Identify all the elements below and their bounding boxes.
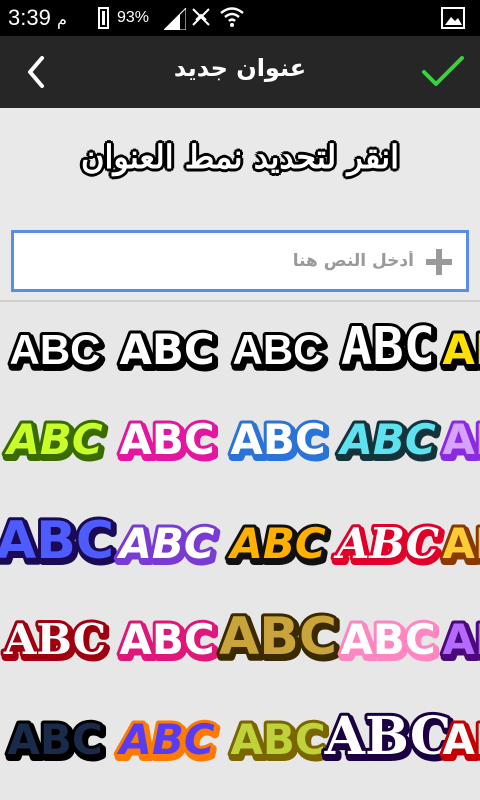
image-icon (441, 7, 465, 29)
svg-text:ABC: ABC (233, 326, 324, 373)
confirm-check-icon[interactable] (418, 50, 468, 94)
wifi-icon (220, 7, 244, 27)
title-style-option[interactable]: ABCABC (0, 500, 120, 584)
svg-text:ABC: ABC (337, 415, 436, 464)
title-text-input[interactable] (14, 233, 414, 289)
svg-text:ABC: ABC (7, 715, 102, 764)
title-style-option[interactable]: ABCABC (112, 696, 222, 780)
svg-text:ABC: ABC (219, 607, 337, 667)
title-style-option[interactable]: ABCABC (223, 306, 333, 390)
title-style-option[interactable]: ABCABC (112, 596, 222, 680)
title-style-grid: ABCABCABCABCABCABCABCABCABCABCABCABCABCA… (0, 302, 480, 800)
battery-percent: 93% (117, 9, 150, 26)
svg-text:ABC: ABC (442, 715, 480, 764)
title-style-option[interactable]: ABCABC (435, 306, 480, 390)
svg-text:ABC: ABC (333, 519, 440, 568)
plus-icon (426, 249, 452, 275)
svg-text:ABC: ABC (324, 706, 452, 767)
svg-text:ABC: ABC (119, 325, 214, 374)
svg-text:ABC: ABC (230, 715, 325, 764)
svg-text:ABC: ABC (116, 519, 215, 568)
battery-icon (98, 7, 109, 29)
svg-text:ABC: ABC (116, 715, 215, 764)
title-style-option[interactable]: ABCABC (435, 696, 480, 780)
text-input-container[interactable] (11, 230, 469, 292)
svg-text:ABC: ABC (0, 511, 114, 571)
svg-text:ABC: ABC (227, 519, 326, 568)
svg-text:ABC: ABC (442, 519, 480, 568)
title-style-option[interactable]: ABCABC (321, 696, 458, 780)
svg-text:ABC: ABC (230, 415, 325, 464)
svg-text:ABC: ABC (341, 317, 435, 377)
title-style-option[interactable]: ABCABC (435, 596, 480, 680)
title-style-option[interactable]: ABCABC (333, 306, 443, 390)
style-prompt: انقر لتحديد نمط العنوان (80, 138, 400, 176)
title-style-option[interactable]: ABCABC (333, 396, 443, 480)
app-bar: عنوان جديد (0, 36, 480, 108)
svg-text:ABC: ABC (442, 415, 480, 464)
title-style-option[interactable]: ABCABC (216, 596, 343, 680)
signal-icon (164, 8, 186, 30)
svg-text:ABC: ABC (442, 615, 480, 664)
title-style-option[interactable]: ABCABC (112, 396, 222, 480)
title-style-option[interactable]: ABCABC (435, 396, 480, 480)
title-style-option[interactable]: ABCABC (223, 696, 333, 780)
title-style-option[interactable]: ABCABC (330, 500, 446, 584)
title-style-option[interactable]: ABCABC (112, 306, 222, 390)
title-style-option[interactable]: ABCABC (112, 500, 222, 584)
svg-text:ABC: ABC (3, 615, 106, 664)
title-style-option[interactable]: ABCABC (0, 596, 112, 680)
page-title: عنوان جديد (173, 54, 307, 82)
svg-text:ABC: ABC (119, 415, 214, 464)
title-style-option[interactable]: ABCABC (0, 696, 110, 780)
svg-text:ABC: ABC (10, 326, 101, 373)
status-bar: 3:39 م 93% (0, 0, 480, 36)
status-time: 3:39 م (8, 5, 67, 30)
svg-text:ABC: ABC (340, 615, 435, 664)
title-style-option[interactable]: ABCABC (223, 500, 333, 584)
title-style-option[interactable]: ABCABC (333, 596, 443, 680)
svg-text:ABC: ABC (4, 415, 103, 464)
title-style-option[interactable]: ABCABC (0, 306, 110, 390)
title-style-option[interactable]: ABCABC (0, 396, 110, 480)
title-style-option[interactable]: ABCABC (435, 500, 480, 584)
title-style-option[interactable]: ABCABC (223, 396, 333, 480)
svg-text:ABC: ABC (442, 325, 480, 374)
no-data-icon (192, 8, 210, 26)
svg-text:ABC: ABC (119, 615, 214, 664)
